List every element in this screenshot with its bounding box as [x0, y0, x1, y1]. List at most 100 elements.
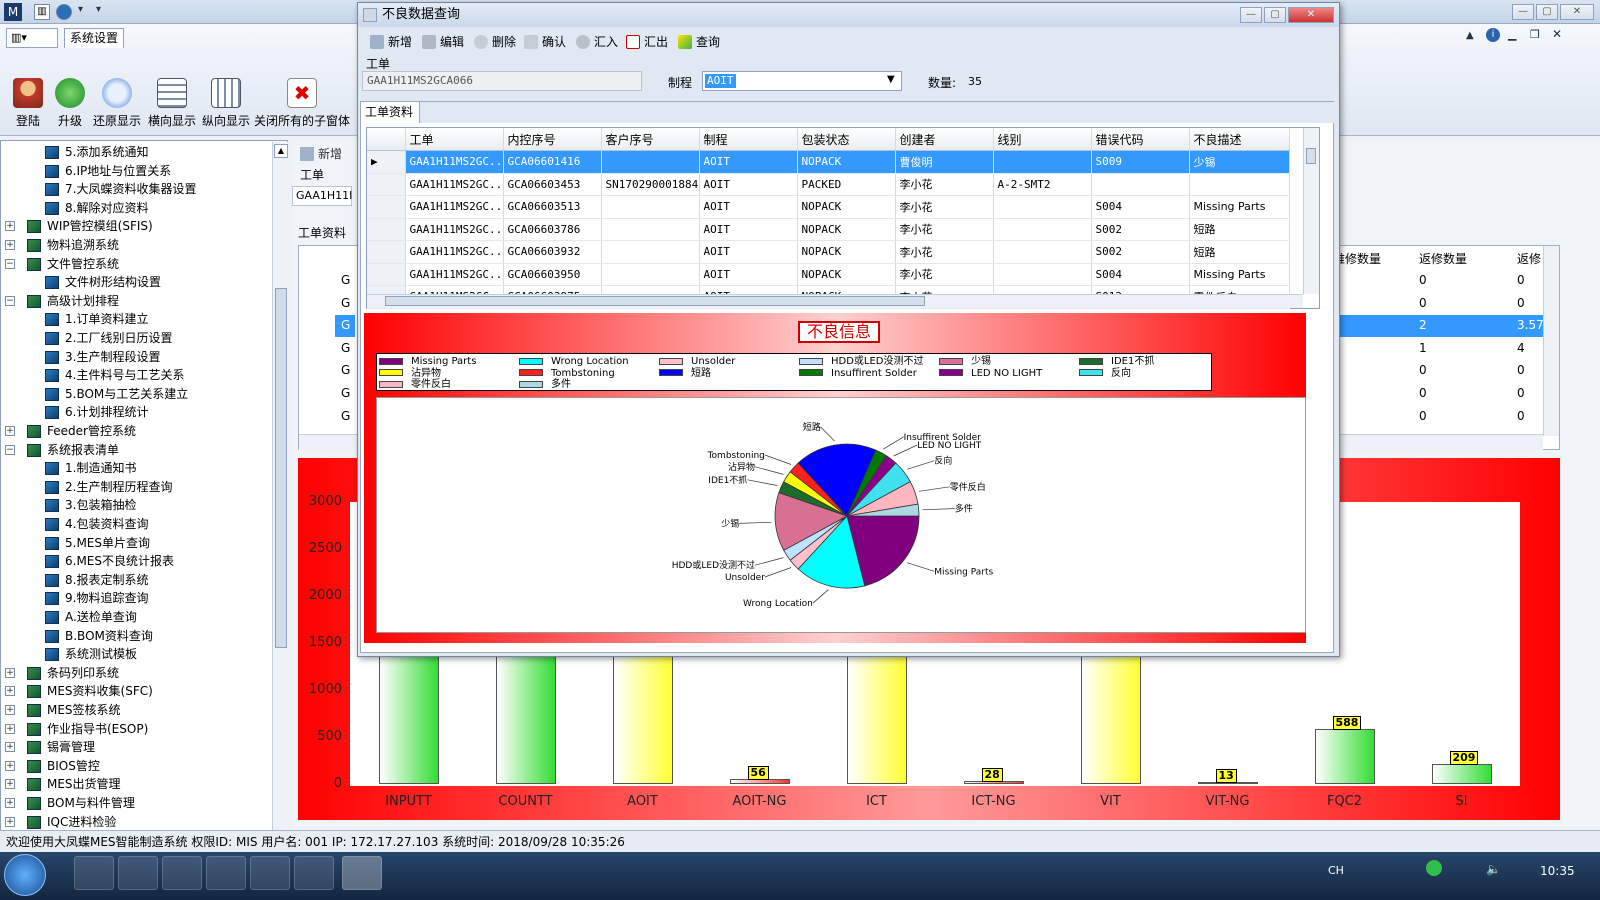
row-selector[interactable] [367, 218, 406, 241]
grid-cell[interactable] [601, 263, 700, 286]
grid-cell[interactable]: GAA1H11MS2GC... [405, 195, 504, 219]
expand-toggle-icon[interactable]: + [5, 779, 15, 790]
sidebar-item[interactable]: + 作业指导书(ESOP) [5, 720, 148, 738]
delete-button[interactable]: 删除 [472, 31, 516, 53]
sidebar-item[interactable]: + MES签核系统 [5, 701, 121, 719]
sidebar-item[interactable]: + IQC进料检验 [5, 813, 116, 831]
chevron-down-icon[interactable]: ▼ [887, 74, 895, 85]
table-row[interactable]: GAA1H11MS2GC... GCA06603453 SN170290001884… [367, 173, 1290, 196]
sidebar-item[interactable]: + 物料追溯系统 [5, 236, 119, 254]
row-selector[interactable] [367, 263, 406, 286]
grid-cell[interactable] [993, 240, 1092, 264]
tab-workorder[interactable]: 工单资料 [360, 101, 420, 123]
grid-cell[interactable]: S004 [1091, 263, 1190, 286]
ribbon-menu-button[interactable]: ▥▾ [6, 28, 58, 48]
grid-cell[interactable]: AOIT [699, 240, 798, 264]
login-button[interactable]: 登陆 [8, 78, 48, 128]
grid-cell[interactable] [1091, 173, 1190, 196]
grid-cell[interactable]: S002 [1091, 218, 1190, 241]
sidebar-item[interactable]: + MES资料收集(SFC) [5, 682, 153, 700]
grid-cell[interactable] [993, 150, 1092, 174]
expand-toggle-icon[interactable]: + [5, 667, 15, 678]
grid-hscroll-thumb[interactable] [385, 296, 925, 306]
sidebar-item[interactable]: 4.主件料号与工艺关系 [45, 366, 184, 384]
bg-grid-header[interactable]: 返修 [1517, 250, 1541, 267]
bg-wo-input[interactable]: GAA1H11I [292, 186, 352, 206]
bg-grid-vscroll[interactable] [1543, 246, 1559, 436]
sidebar-item[interactable]: B.BOM资料查询 [45, 627, 153, 645]
grid-column-header[interactable]: 线别 [993, 128, 1092, 151]
expand-toggle-icon[interactable]: + [5, 705, 15, 715]
taskbar-vs-icon[interactable] [74, 856, 114, 890]
sidebar-item[interactable]: 7.大凤蝶资料收集器设置 [45, 180, 196, 198]
taskbar-explorer-icon[interactable] [118, 856, 158, 890]
quick-access-icon[interactable]: ▥ [34, 4, 50, 20]
tab-system-settings[interactable]: 系统设置 [64, 28, 125, 48]
grid-cell[interactable]: NOPACK [797, 150, 896, 174]
sidebar-item[interactable]: 6.IP地址与位置关系 [45, 162, 171, 180]
grid-cell[interactable]: 曹俊明 [895, 150, 994, 174]
horizontal-view-button[interactable]: 横向显示 [146, 78, 198, 128]
sidebar-item[interactable]: 6.计划排程统计 [45, 403, 148, 421]
row-selector[interactable] [367, 173, 406, 196]
table-row[interactable]: GAA1H11MS2GC... GCA06603950 AOIT NOPACK 李小花 S… [367, 263, 1290, 286]
grid-cell[interactable] [993, 218, 1092, 241]
dialog-close-button[interactable]: ✕ [1288, 7, 1334, 23]
grid-cell[interactable]: GCA06601416 [503, 150, 602, 174]
sidebar-item[interactable]: 1.订单资料建立 [45, 310, 148, 328]
sidebar-item[interactable]: 5.MES单片查询 [45, 534, 150, 552]
grid-cell[interactable]: 短路 [1189, 218, 1290, 241]
grid-cell[interactable]: 李小花 [895, 240, 994, 264]
sidebar-item[interactable]: 4.包装资料查询 [45, 515, 148, 533]
ime-indicator[interactable]: CH [1328, 864, 1344, 877]
volume-tray-icon[interactable]: 🔈 [1486, 862, 1501, 876]
expand-toggle-icon[interactable]: + [5, 816, 15, 827]
grid-cell[interactable] [601, 218, 700, 241]
grid-column-header[interactable]: 制程 [699, 128, 798, 151]
sidebar-item[interactable]: A.送检单查询 [45, 608, 137, 626]
import-button[interactable]: 汇入 [574, 31, 618, 53]
grid-cell[interactable]: SN170290001884 [601, 173, 700, 196]
table-row[interactable]: GAA1H11MS2GC... GCA06603932 AOIT NOPACK 李小花 S… [367, 240, 1290, 264]
sidebar-item[interactable]: 3.生产制程段设置 [45, 348, 160, 366]
grid-cell[interactable]: GAA1H11MS2GC... [405, 173, 504, 196]
table-row[interactable]: GAA1H11MS2GC... GCA06603513 AOIT NOPACK 李小花 S… [367, 195, 1290, 219]
export-button[interactable]: 汇出 [624, 31, 668, 53]
grid-cell[interactable]: NOPACK [797, 195, 896, 219]
grid-cell[interactable]: S004 [1091, 195, 1190, 219]
sidebar-item[interactable]: + WIP管控模组(SFIS) [5, 217, 153, 235]
expand-toggle-icon[interactable]: + [5, 742, 15, 753]
expand-toggle-icon[interactable]: + [5, 686, 15, 697]
expand-toggle-icon[interactable]: + [5, 798, 15, 808]
grid-column-header[interactable]: 不良描述 [1189, 128, 1290, 151]
add-button[interactable]: 新增 [368, 31, 412, 53]
grid-vscroll-thumb[interactable] [1306, 148, 1316, 164]
table-row[interactable]: ▶ GAA1H11MS2GC... GCA06601416 AOIT NOPACK 曹俊明… [367, 150, 1290, 174]
grid-column-header[interactable]: 错误代码 [1091, 128, 1190, 151]
sidebar-item[interactable]: + 锡膏管理 [5, 738, 95, 756]
grid-cell[interactable] [1189, 173, 1290, 196]
query-button[interactable]: 查询 [676, 31, 720, 53]
grid-cell[interactable]: 李小花 [895, 195, 994, 219]
grid-cell[interactable]: A-2-SMT2 [993, 173, 1092, 196]
expand-toggle-icon[interactable]: + [5, 723, 15, 734]
dialog-minimize-button[interactable]: — [1240, 7, 1262, 23]
grid-cell[interactable]: 李小花 [895, 218, 994, 241]
expand-toggle-icon[interactable]: + [5, 760, 15, 771]
row-selector[interactable] [367, 195, 406, 219]
expand-toggle-icon[interactable]: + [5, 240, 15, 250]
expand-toggle-icon[interactable]: + [5, 426, 15, 436]
bg-grid-header[interactable]: 返修数量 [1419, 250, 1467, 267]
sidebar-item[interactable]: − 系统报表清单 [5, 441, 119, 459]
grid-cell[interactable]: GCA06603950 [503, 263, 602, 286]
edit-button[interactable]: 编辑 [420, 31, 464, 53]
grid-cell[interactable]: NOPACK [797, 218, 896, 241]
row-selector[interactable]: ▶ [367, 150, 406, 174]
bg-tab-workorder[interactable]: 工单资料 [298, 224, 346, 241]
grid-cell[interactable]: S009 [1091, 150, 1190, 174]
grid-cell[interactable]: AOIT [699, 195, 798, 219]
sidebar-item[interactable]: 8.报表定制系统 [45, 571, 148, 589]
bg-new-button[interactable]: 新增 [300, 144, 342, 164]
help-icon[interactable]: i [1486, 28, 1500, 42]
sidebar-item[interactable]: − 文件管控系统 [5, 255, 119, 273]
